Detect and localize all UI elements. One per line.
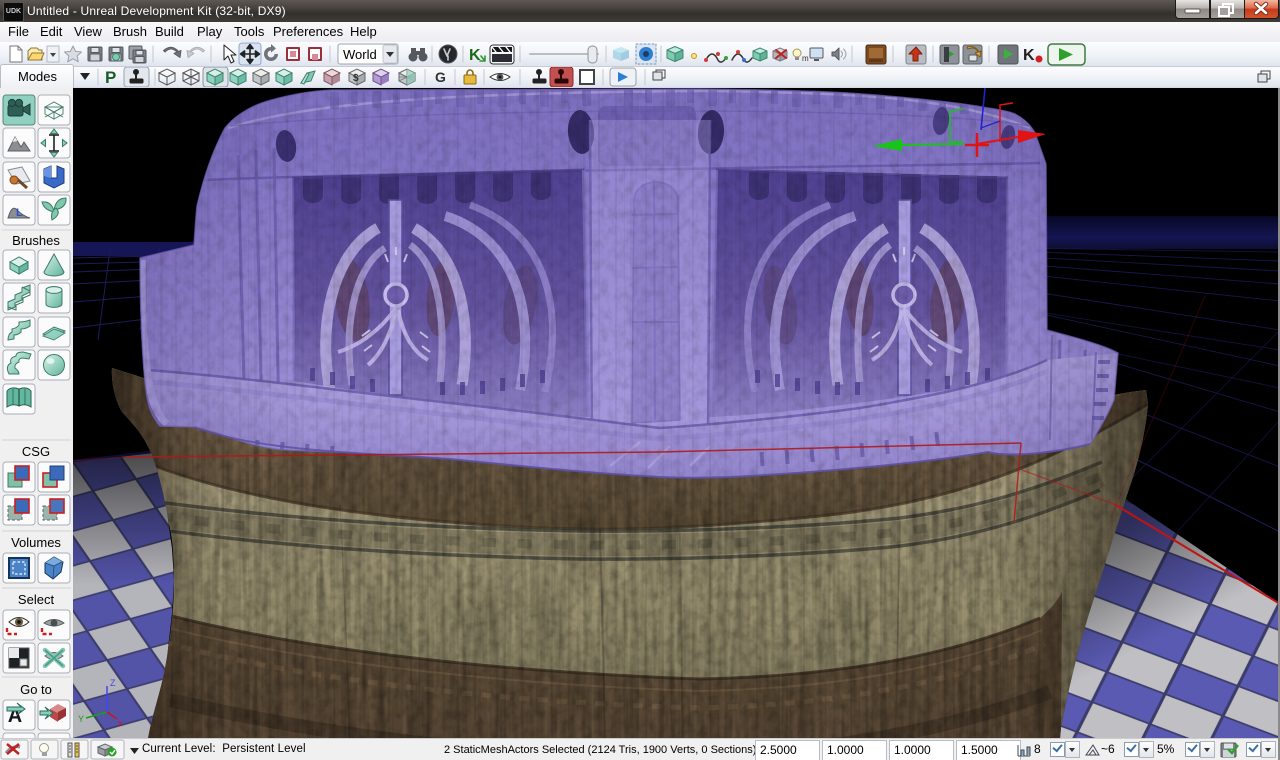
svg-text:Z: Z (110, 678, 116, 688)
svg-text:Volumes: Volumes (11, 535, 61, 550)
svg-text:m: m (802, 54, 809, 63)
svg-text:World: World (343, 47, 377, 62)
svg-text:x: x (118, 718, 123, 728)
svg-text:K: K (1023, 47, 1035, 64)
svg-text:L: L (16, 207, 23, 219)
svg-text:$: $ (353, 73, 359, 84)
svg-text:Brushes: Brushes (12, 233, 60, 248)
svg-text:P: P (105, 68, 116, 87)
svg-text:Select: Select (18, 592, 55, 607)
svg-text:G: G (435, 69, 446, 85)
svg-text:Go to: Go to (20, 682, 52, 697)
svg-text:CSG: CSG (22, 444, 50, 459)
svg-text:Y: Y (78, 714, 84, 724)
svg-text:K: K (469, 47, 481, 64)
